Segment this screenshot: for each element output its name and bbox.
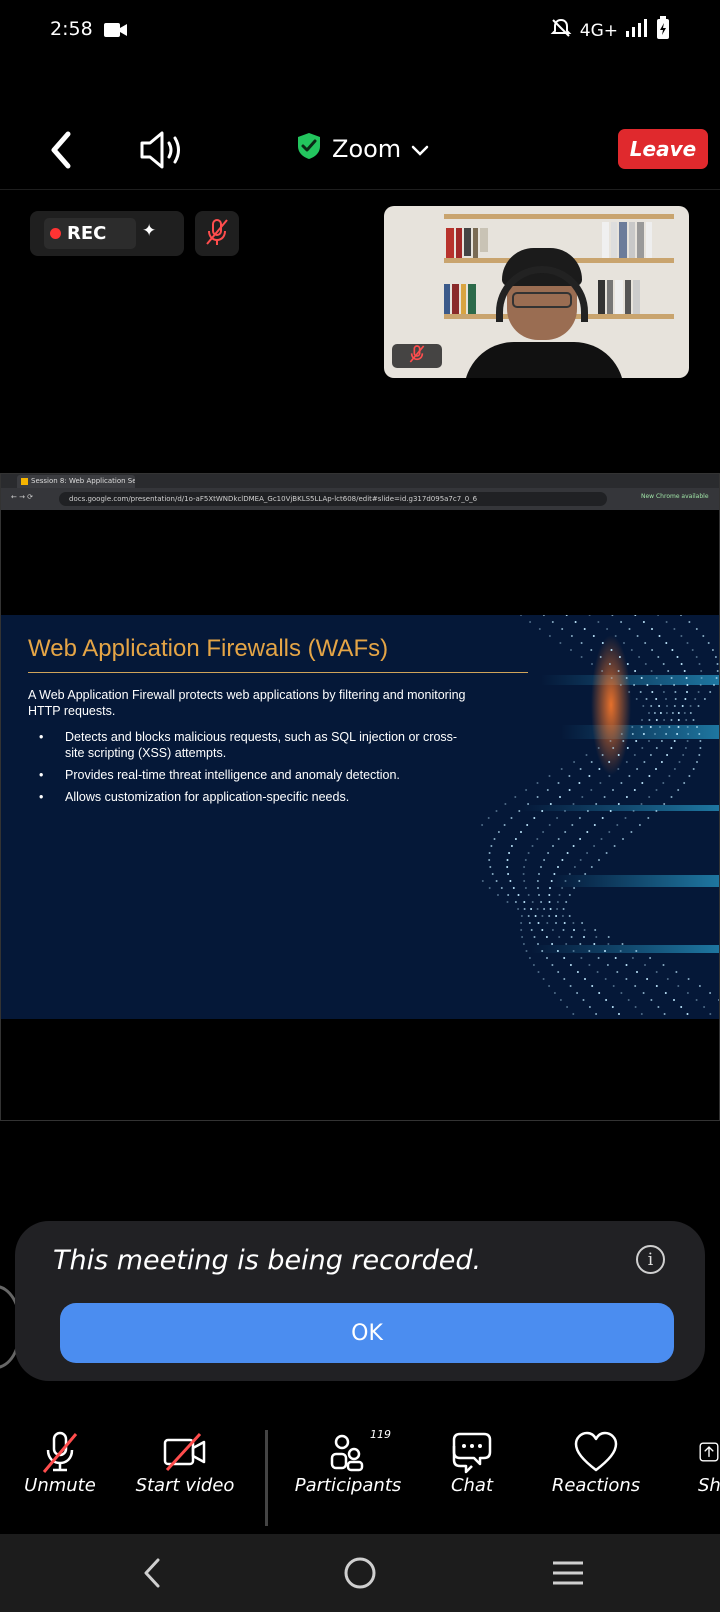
books [446,228,488,258]
slide-bullet: Provides real-time threat intelligence a… [39,767,459,783]
participants-count: 119 [370,1428,391,1441]
nav-home-button[interactable] [330,1548,390,1598]
record-dot-icon [50,228,61,239]
heart-icon [536,1430,656,1474]
toolbar-divider [265,1430,268,1526]
slide-bullet-list: Detects and blocks malicious requests, s… [39,729,459,811]
mic-off-icon [0,1430,120,1474]
video-camera-icon [104,22,128,42]
nav-recents-button[interactable] [538,1548,598,1598]
browser-tab-title: Session 8: Web Application Se... [31,477,135,485]
meeting-toolbar: Unmute Start video 119 Participants Chat… [0,1412,720,1534]
sparkle-icon: ✦ [142,221,157,241]
shared-screen[interactable]: Session 8: Web Application Se... ← → ⟳ d… [0,473,720,1121]
books [602,222,652,258]
nav-back-button[interactable] [122,1548,182,1598]
chat-label: Chat [450,1475,494,1496]
info-icon[interactable]: i [636,1245,665,1274]
shelf [444,214,674,219]
mic-off-icon [204,217,230,251]
mic-off-icon [408,344,426,368]
new-chrome-notice: New Chrome available [641,493,709,500]
video-off-icon [125,1430,245,1474]
meeting-title: Zoom [332,135,402,163]
slide-bullet: Detects and blocks malicious requests, s… [39,729,459,761]
books [444,284,476,314]
start-video-button[interactable]: Start video [125,1412,245,1534]
slide-title-underline [28,672,528,673]
participants-button[interactable]: 119 Participants [288,1412,408,1534]
unmute-button[interactable]: Unmute [0,1412,120,1534]
android-navigation-bar [0,1534,720,1612]
reactions-button[interactable]: Reactions [536,1412,656,1534]
leave-button[interactable]: Leave [618,129,708,169]
dotted-wave-graphic [481,615,719,1015]
rec-badge: REC [44,218,136,249]
network-type: 4G+ [579,20,618,41]
battery-icon [656,16,670,45]
mute-bell-icon [550,17,572,44]
speaker-button[interactable] [138,128,188,172]
share-label: Sh [698,1475,720,1496]
recording-indicator[interactable]: REC ✦ [30,211,184,256]
chevron-down-icon [411,135,429,163]
share-icon [660,1430,720,1474]
slide-bullet: Allows customization for application-spe… [39,789,459,805]
status-bar: 2:58 4G+ [0,0,720,60]
shield-check-icon [296,132,322,166]
browser-url: docs.google.com/presentation/d/1o-aF5XtW… [59,492,607,506]
share-button[interactable]: Sh [660,1412,720,1534]
signal-icon [626,18,648,43]
meeting-header: Zoom Leave [0,120,720,190]
participants-label: Participants [294,1475,402,1496]
books [598,280,640,314]
browser-tab-bar: Session 8: Web Application Se... [1,474,719,488]
start-video-label: Start video [135,1475,235,1496]
rec-label: REC [67,223,107,244]
recording-notice-dialog: This meeting is being recorded. i OK [15,1221,705,1381]
status-time: 2:58 [50,18,93,40]
meeting-title-dropdown[interactable]: Zoom [296,132,429,166]
chat-button[interactable]: Chat [412,1412,532,1534]
self-video-mute-badge [392,344,442,368]
slides-icon [21,478,28,485]
person-glasses [512,292,572,308]
slide-title: Web Application Firewalls (WAFs) [28,635,389,662]
recording-notice-text: This meeting is being recorded. [53,1245,482,1276]
reactions-label: Reactions [551,1475,641,1496]
back-button[interactable] [44,128,80,172]
person-body [464,342,624,378]
unmute-label: Unmute [24,1475,96,1496]
back-arrow-icon: ← → ⟳ [11,493,34,501]
chat-icon [412,1430,532,1474]
slide-intro: A Web Application Firewall protects web … [28,688,466,718]
self-mute-indicator[interactable] [195,211,239,256]
browser-tab: Session 8: Web Application Se... [17,475,135,488]
browser-address-bar: ← → ⟳ docs.google.com/presentation/d/1o-… [1,488,719,510]
self-video-thumbnail[interactable] [384,206,689,378]
presentation-slide: Web Application Firewalls (WAFs) A Web A… [1,615,719,1019]
ok-button[interactable]: OK [60,1303,674,1363]
